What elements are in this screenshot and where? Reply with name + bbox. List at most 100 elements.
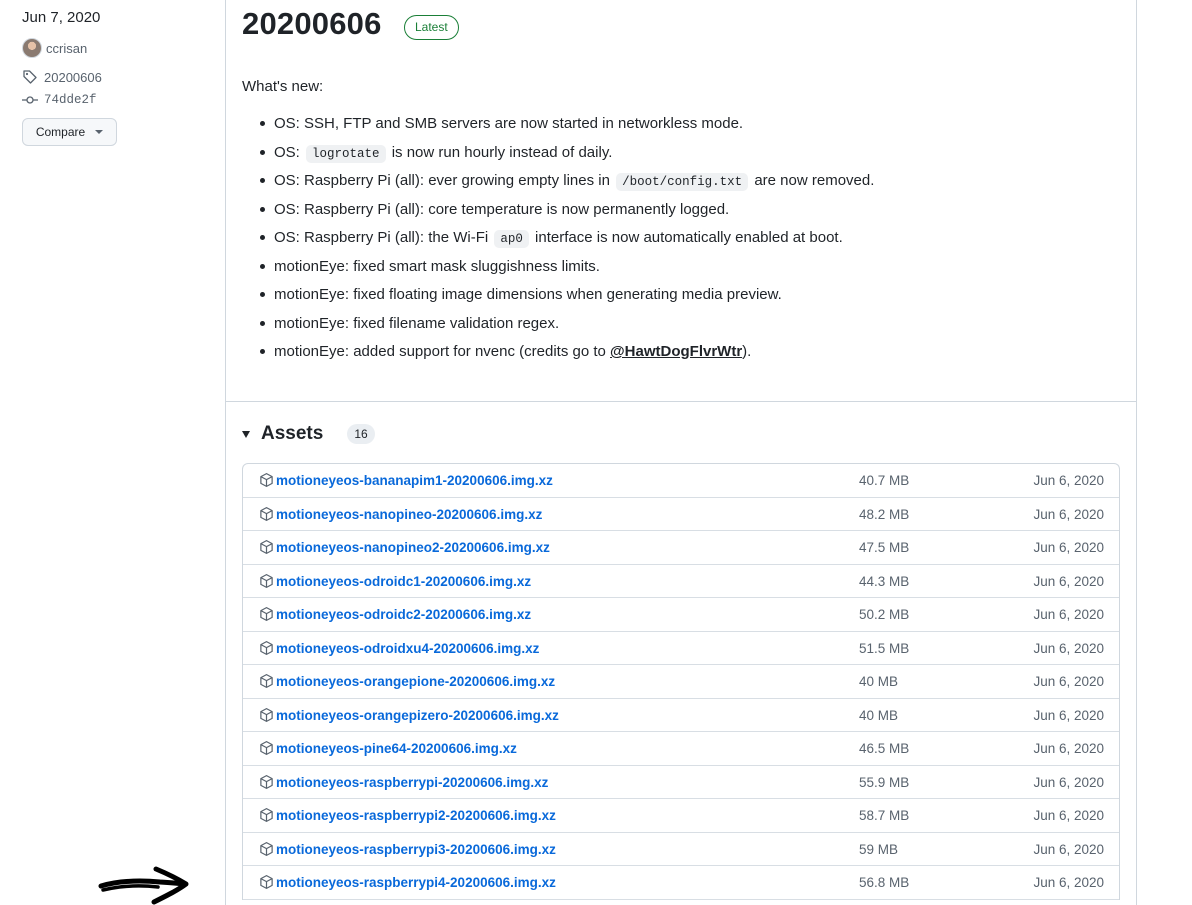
asset-date: Jun 6, 2020 xyxy=(1033,640,1104,656)
asset-size: 56.8 MB xyxy=(859,875,910,890)
arrow-annotation-icon xyxy=(98,866,189,905)
package-icon xyxy=(260,774,273,789)
inline-code: /boot/config.txt xyxy=(616,173,749,191)
asset-size: 40 MB xyxy=(859,674,899,689)
package-icon xyxy=(260,875,273,889)
notes-list-item: OS: Raspberry Pi (all): the Wi-Fi ap0 in… xyxy=(242,227,1102,256)
asset-download-link[interactable]: motioneyeos-odroidxu4-20200606.img.xz xyxy=(276,641,539,656)
package-icon xyxy=(260,540,273,554)
asset-download-link[interactable]: motioneyeos-raspberrypi2-20200606.img.xz xyxy=(276,808,556,823)
asset-download-link[interactable]: motioneyeos-raspberrypi3-20200606.img.xz xyxy=(276,842,556,857)
latest-badge: Latest xyxy=(404,15,459,40)
release-page: Jun 7, 2020 ccrisan 20200606 74dde2f Com… xyxy=(0,0,1192,905)
notes-list: OS: SSH, FTP and SMB servers are now sta… xyxy=(242,113,1102,370)
author-name: ccrisan xyxy=(46,40,88,56)
list-item-text: OS: Raspberry Pi (all): core temperature… xyxy=(274,200,730,218)
asset-download-link[interactable]: motioneyeos-nanopineo2-20200606.img.xz xyxy=(276,540,550,555)
package-icon xyxy=(260,707,273,722)
tag-icon xyxy=(23,70,37,84)
asset-download-link[interactable]: motioneyeos-pine64-20200606.img.xz xyxy=(276,741,517,756)
author-link[interactable]: ccrisan xyxy=(22,38,87,58)
user-mention-link[interactable]: @HawtDogFlvrWtr xyxy=(610,343,742,360)
list-item-text: OS: Raspberry Pi (all): ever growing emp… xyxy=(274,172,615,189)
list-item-text: OS: xyxy=(274,143,305,161)
asset-download-link[interactable]: motioneyeos-orangepizero-20200606.img.xz xyxy=(276,708,559,723)
notes-list-item: motionEye: fixed floating image dimensio… xyxy=(242,284,1102,313)
assets-heading: Assets xyxy=(261,423,324,444)
list-item-text: motionEye: added support for nvenc (cred… xyxy=(274,343,611,360)
asset-row: motioneyeos-nanopineo-20200606.img.xz 48.… xyxy=(243,498,1119,531)
notes-list-item: motionEye: added support for nvenc (cred… xyxy=(242,341,1102,370)
notes-list-item: OS: Raspberry Pi (all): ever growing emp… xyxy=(242,170,1102,199)
notes-list-item: motionEye: fixed filename validation reg… xyxy=(242,313,1102,342)
commit-icon xyxy=(22,96,38,104)
list-item-text: OS: Raspberry Pi (all): the Wi-Fi xyxy=(274,229,493,246)
package-icon xyxy=(260,841,273,856)
asset-download-link[interactable]: motioneyeos-raspberrypi4-20200606.img.xz xyxy=(276,875,556,890)
asset-row: motioneyeos-raspberrypi3-20200606.img.xz… xyxy=(243,833,1119,866)
asset-download-link[interactable]: motioneyeos-orangepione-20200606.img.xz xyxy=(276,674,555,689)
asset-date: Jun 6, 2020 xyxy=(1033,540,1104,555)
asset-row: motioneyeos-nanopineo2-20200606.img.xz 47… xyxy=(243,531,1119,565)
asset-size: 58.7 MB xyxy=(859,808,910,823)
list-item-text: motionEye: fixed floating image dimensio… xyxy=(274,286,782,303)
asset-size: 46.5 MB xyxy=(859,741,910,756)
inline-code: ap0 xyxy=(494,230,529,248)
tag-name: 20200606 xyxy=(44,69,102,85)
asset-row: motioneyeos-orangepizero-20200606.img.xz… xyxy=(243,699,1119,732)
release-date: Jun 7, 2020 xyxy=(22,9,101,26)
asset-download-link[interactable]: motioneyeos-odroidc1-20200606.img.xz xyxy=(276,574,531,589)
list-item-text: interface is now automatically enabled a… xyxy=(530,229,843,246)
assets-toggle[interactable]: Assets 16 xyxy=(242,423,375,445)
asset-download-link[interactable]: motioneyeos-nanopineo-20200606.img.xz xyxy=(276,507,542,522)
divider xyxy=(226,401,1136,402)
asset-row: motioneyeos-pine64-20200606.img.xz 46.5 M… xyxy=(243,732,1119,766)
compare-label: Compare xyxy=(35,125,86,139)
asset-date: Jun 6, 2020 xyxy=(1033,841,1104,857)
compare-button[interactable]: Compare xyxy=(22,118,117,146)
asset-row: motioneyeos-orangepione-20200606.img.xz 4… xyxy=(243,665,1119,699)
asset-date: Jun 6, 2020 xyxy=(1033,573,1104,589)
asset-download-link[interactable]: motioneyeos-odroidc2-20200606.img.xz xyxy=(276,607,531,622)
release-title[interactable]: 20200606 xyxy=(242,6,382,42)
list-item-text: are now removed. xyxy=(750,172,875,189)
asset-date: Jun 6, 2020 xyxy=(1033,875,1104,890)
asset-row: motioneyeos-odroidc2-20200606.img.xz 50.2… xyxy=(243,598,1119,632)
asset-date: Jun 6, 2020 xyxy=(1033,506,1104,522)
asset-row: motioneyeos-raspberrypi2-20200606.img.xz… xyxy=(243,799,1119,833)
asset-date: Jun 6, 2020 xyxy=(1033,473,1104,488)
assets-count-badge: 16 xyxy=(347,424,375,444)
list-item-text: motionEye: fixed smart mask sluggishness… xyxy=(274,257,600,275)
notes-list-item: motionEye: fixed smart mask sluggishness… xyxy=(242,256,1102,285)
inline-code: logrotate xyxy=(306,144,386,163)
package-icon xyxy=(260,607,273,621)
asset-size: 55.9 MB xyxy=(859,774,910,790)
package-icon xyxy=(260,473,273,487)
commit-sha: 74dde2f xyxy=(44,93,97,107)
package-icon xyxy=(260,808,273,822)
asset-size: 48.2 MB xyxy=(859,506,910,522)
notes-list-item: OS: SSH, FTP and SMB servers are now sta… xyxy=(242,113,1102,142)
release-notes: What's new: OS: SSH, FTP and SMB servers… xyxy=(242,78,1102,370)
asset-date: Jun 6, 2020 xyxy=(1033,741,1104,756)
asset-size: 50.2 MB xyxy=(859,607,910,622)
commit-link[interactable]: 74dde2f xyxy=(22,92,97,108)
asset-size: 59 MB xyxy=(859,841,899,857)
asset-size: 51.5 MB xyxy=(859,640,910,656)
chevron-down-icon xyxy=(95,130,104,134)
triangle-down-icon xyxy=(242,430,250,438)
list-item-text: ). xyxy=(742,343,752,360)
tag-link[interactable]: 20200606 xyxy=(22,69,102,85)
asset-date: Jun 6, 2020 xyxy=(1033,707,1104,723)
notes-list-item: OS: logrotate is now run hourly instead … xyxy=(242,142,1102,171)
package-icon xyxy=(260,741,273,755)
asset-size: 40 MB xyxy=(859,707,899,723)
package-icon xyxy=(260,674,273,688)
asset-row: motioneyeos-raspberrypi4-20200606.img.xz… xyxy=(243,866,1119,900)
asset-row: motioneyeos-odroidxu4-20200606.img.xz 51.… xyxy=(243,632,1119,665)
asset-download-link[interactable]: motioneyeos-raspberrypi-20200606.img.xz xyxy=(276,775,548,790)
package-icon xyxy=(260,640,273,655)
list-item-text: motionEye: fixed filename validation reg… xyxy=(274,314,560,332)
asset-download-link[interactable]: motioneyeos-bananapim1-20200606.img.xz xyxy=(276,473,553,488)
asset-date: Jun 6, 2020 xyxy=(1033,674,1104,689)
